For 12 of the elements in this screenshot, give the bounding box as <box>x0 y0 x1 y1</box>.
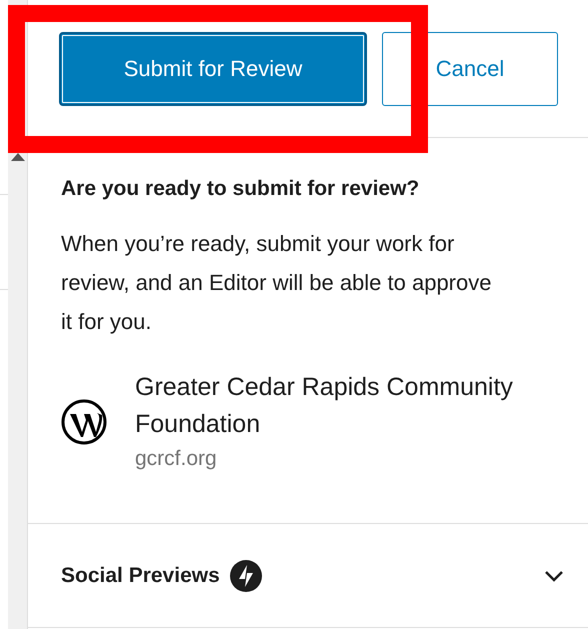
submit-button[interactable]: Submit for Review <box>59 32 367 106</box>
message: When you’re ready, submit your work for review, and an Editor will be able to approve it for you. <box>61 230 492 336</box>
lightning-bolt-icon <box>230 560 262 592</box>
site-url: gcrcf.org <box>135 446 218 472</box>
panel-header[interactable]: Social Previews <box>28 524 588 628</box>
panel-title: Social Previews <box>61 562 220 589</box>
chevron-icon[interactable] <box>544 568 564 582</box>
heading: Are you ready to submit for review? <box>61 176 420 202</box>
cancel-button[interactable]: Cancel <box>382 32 558 106</box>
wordpress-logo-icon <box>61 399 107 445</box>
site-name: Greater Cedar Rapids Community Foundation <box>135 372 514 440</box>
scroll-up-icon[interactable] <box>10 153 25 161</box>
